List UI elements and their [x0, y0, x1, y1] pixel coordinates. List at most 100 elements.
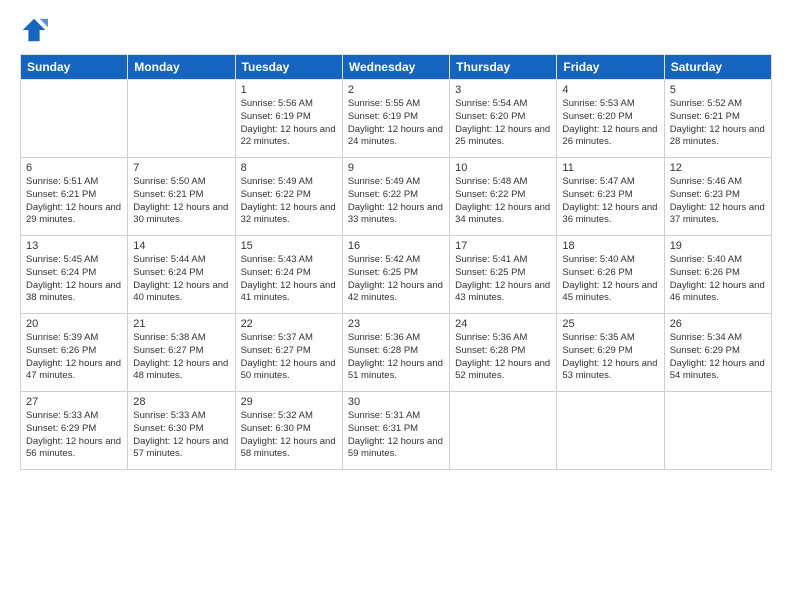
day-cell: 25 Sunrise: 5:35 AM Sunset: 6:29 PM Dayli… — [557, 314, 664, 392]
day-info: Sunrise: 5:55 AM Sunset: 6:19 PM Dayligh… — [348, 98, 444, 149]
day-cell: 11 Sunrise: 5:47 AM Sunset: 6:23 PM Dayli… — [557, 158, 664, 236]
day-header-friday: Friday — [557, 55, 664, 80]
day-info: Sunrise: 5:31 AM Sunset: 6:31 PM Dayligh… — [348, 410, 444, 461]
day-info: Sunrise: 5:49 AM Sunset: 6:22 PM Dayligh… — [348, 176, 444, 227]
day-info: Sunrise: 5:49 AM Sunset: 6:22 PM Dayligh… — [241, 176, 337, 227]
day-header-saturday: Saturday — [664, 55, 771, 80]
day-number: 6 — [26, 162, 122, 174]
day-number: 4 — [562, 84, 658, 96]
day-cell: 5 Sunrise: 5:52 AM Sunset: 6:21 PM Daylig… — [664, 80, 771, 158]
day-cell — [557, 392, 664, 470]
day-info: Sunrise: 5:33 AM Sunset: 6:29 PM Dayligh… — [26, 410, 122, 461]
day-number: 11 — [562, 162, 658, 174]
day-info: Sunrise: 5:51 AM Sunset: 6:21 PM Dayligh… — [26, 176, 122, 227]
day-info: Sunrise: 5:45 AM Sunset: 6:24 PM Dayligh… — [26, 254, 122, 305]
day-number: 7 — [133, 162, 229, 174]
day-number: 22 — [241, 318, 337, 330]
page: SundayMondayTuesdayWednesdayThursdayFrid… — [0, 0, 792, 612]
day-info: Sunrise: 5:32 AM Sunset: 6:30 PM Dayligh… — [241, 410, 337, 461]
day-number: 2 — [348, 84, 444, 96]
day-number: 10 — [455, 162, 551, 174]
day-info: Sunrise: 5:40 AM Sunset: 6:26 PM Dayligh… — [562, 254, 658, 305]
day-info: Sunrise: 5:47 AM Sunset: 6:23 PM Dayligh… — [562, 176, 658, 227]
day-cell: 15 Sunrise: 5:43 AM Sunset: 6:24 PM Dayli… — [235, 236, 342, 314]
day-number: 12 — [670, 162, 766, 174]
day-number: 8 — [241, 162, 337, 174]
day-number: 3 — [455, 84, 551, 96]
day-cell: 30 Sunrise: 5:31 AM Sunset: 6:31 PM Dayli… — [342, 392, 449, 470]
day-number: 23 — [348, 318, 444, 330]
day-number: 28 — [133, 396, 229, 408]
day-cell: 21 Sunrise: 5:38 AM Sunset: 6:27 PM Dayli… — [128, 314, 235, 392]
header — [20, 16, 772, 44]
day-cell — [128, 80, 235, 158]
day-info: Sunrise: 5:53 AM Sunset: 6:20 PM Dayligh… — [562, 98, 658, 149]
day-info: Sunrise: 5:43 AM Sunset: 6:24 PM Dayligh… — [241, 254, 337, 305]
day-info: Sunrise: 5:35 AM Sunset: 6:29 PM Dayligh… — [562, 332, 658, 383]
header-row: SundayMondayTuesdayWednesdayThursdayFrid… — [21, 55, 772, 80]
day-number: 9 — [348, 162, 444, 174]
calendar-table: SundayMondayTuesdayWednesdayThursdayFrid… — [20, 54, 772, 470]
day-info: Sunrise: 5:52 AM Sunset: 6:21 PM Dayligh… — [670, 98, 766, 149]
day-cell: 22Sunrise: 5:37 AM Sunset: 6:27 PM Dayli… — [235, 314, 342, 392]
week-row-3: 13 Sunrise: 5:45 AM Sunset: 6:24 PM Dayli… — [21, 236, 772, 314]
day-cell: 27 Sunrise: 5:33 AM Sunset: 6:29 PM Dayli… — [21, 392, 128, 470]
day-cell: 29 Sunrise: 5:32 AM Sunset: 6:30 PM Dayli… — [235, 392, 342, 470]
day-cell — [664, 392, 771, 470]
day-info: Sunrise: 5:39 AM Sunset: 6:26 PM Dayligh… — [26, 332, 122, 383]
day-cell: 26 Sunrise: 5:34 AM Sunset: 6:29 PM Dayli… — [664, 314, 771, 392]
day-number: 16 — [348, 240, 444, 252]
day-number: 5 — [670, 84, 766, 96]
day-number: 13 — [26, 240, 122, 252]
day-cell: 20 Sunrise: 5:39 AM Sunset: 6:26 PM Dayli… — [21, 314, 128, 392]
day-number: 21 — [133, 318, 229, 330]
day-info: Sunrise: 5:36 AM Sunset: 6:28 PM Dayligh… — [455, 332, 551, 383]
day-info: Sunrise: 5:34 AM Sunset: 6:29 PM Dayligh… — [670, 332, 766, 383]
day-header-monday: Monday — [128, 55, 235, 80]
day-cell: 19 Sunrise: 5:40 AM Sunset: 6:26 PM Dayli… — [664, 236, 771, 314]
day-info: Sunrise: 5:54 AM Sunset: 6:20 PM Dayligh… — [455, 98, 551, 149]
day-info: Sunrise: 5:48 AM Sunset: 6:22 PM Dayligh… — [455, 176, 551, 227]
day-number: 17 — [455, 240, 551, 252]
day-header-sunday: Sunday — [21, 55, 128, 80]
day-cell: 1Sunrise: 5:56 AM Sunset: 6:19 PM Daylig… — [235, 80, 342, 158]
day-info: Sunrise: 5:38 AM Sunset: 6:27 PM Dayligh… — [133, 332, 229, 383]
day-info: Sunrise: 5:56 AM Sunset: 6:19 PM Dayligh… — [241, 98, 337, 149]
day-cell: 9 Sunrise: 5:49 AM Sunset: 6:22 PM Daylig… — [342, 158, 449, 236]
day-header-tuesday: Tuesday — [235, 55, 342, 80]
day-number: 14 — [133, 240, 229, 252]
day-cell: 13 Sunrise: 5:45 AM Sunset: 6:24 PM Dayli… — [21, 236, 128, 314]
day-cell: 6 Sunrise: 5:51 AM Sunset: 6:21 PM Daylig… — [21, 158, 128, 236]
week-row-2: 6 Sunrise: 5:51 AM Sunset: 6:21 PM Daylig… — [21, 158, 772, 236]
day-cell: 17 Sunrise: 5:41 AM Sunset: 6:25 PM Dayli… — [450, 236, 557, 314]
logo — [20, 16, 52, 44]
day-number: 29 — [241, 396, 337, 408]
day-info: Sunrise: 5:42 AM Sunset: 6:25 PM Dayligh… — [348, 254, 444, 305]
day-number: 15 — [241, 240, 337, 252]
day-cell: 3 Sunrise: 5:54 AM Sunset: 6:20 PM Daylig… — [450, 80, 557, 158]
calendar-body: 1Sunrise: 5:56 AM Sunset: 6:19 PM Daylig… — [21, 80, 772, 470]
day-info: Sunrise: 5:33 AM Sunset: 6:30 PM Dayligh… — [133, 410, 229, 461]
day-cell: 18 Sunrise: 5:40 AM Sunset: 6:26 PM Dayli… — [557, 236, 664, 314]
day-number: 30 — [348, 396, 444, 408]
day-cell — [450, 392, 557, 470]
day-cell — [21, 80, 128, 158]
day-number: 20 — [26, 318, 122, 330]
calendar-header: SundayMondayTuesdayWednesdayThursdayFrid… — [21, 55, 772, 80]
day-cell: 2 Sunrise: 5:55 AM Sunset: 6:19 PM Daylig… — [342, 80, 449, 158]
day-number: 26 — [670, 318, 766, 330]
week-row-1: 1Sunrise: 5:56 AM Sunset: 6:19 PM Daylig… — [21, 80, 772, 158]
day-cell: 7Sunrise: 5:50 AM Sunset: 6:21 PM Daylig… — [128, 158, 235, 236]
day-cell: 16 Sunrise: 5:42 AM Sunset: 6:25 PM Dayli… — [342, 236, 449, 314]
day-cell: 4 Sunrise: 5:53 AM Sunset: 6:20 PM Daylig… — [557, 80, 664, 158]
day-number: 25 — [562, 318, 658, 330]
day-header-thursday: Thursday — [450, 55, 557, 80]
day-info: Sunrise: 5:41 AM Sunset: 6:25 PM Dayligh… — [455, 254, 551, 305]
week-row-4: 20 Sunrise: 5:39 AM Sunset: 6:26 PM Dayli… — [21, 314, 772, 392]
day-number: 27 — [26, 396, 122, 408]
day-number: 18 — [562, 240, 658, 252]
day-info: Sunrise: 5:40 AM Sunset: 6:26 PM Dayligh… — [670, 254, 766, 305]
day-number: 24 — [455, 318, 551, 330]
day-number: 19 — [670, 240, 766, 252]
day-info: Sunrise: 5:44 AM Sunset: 6:24 PM Dayligh… — [133, 254, 229, 305]
